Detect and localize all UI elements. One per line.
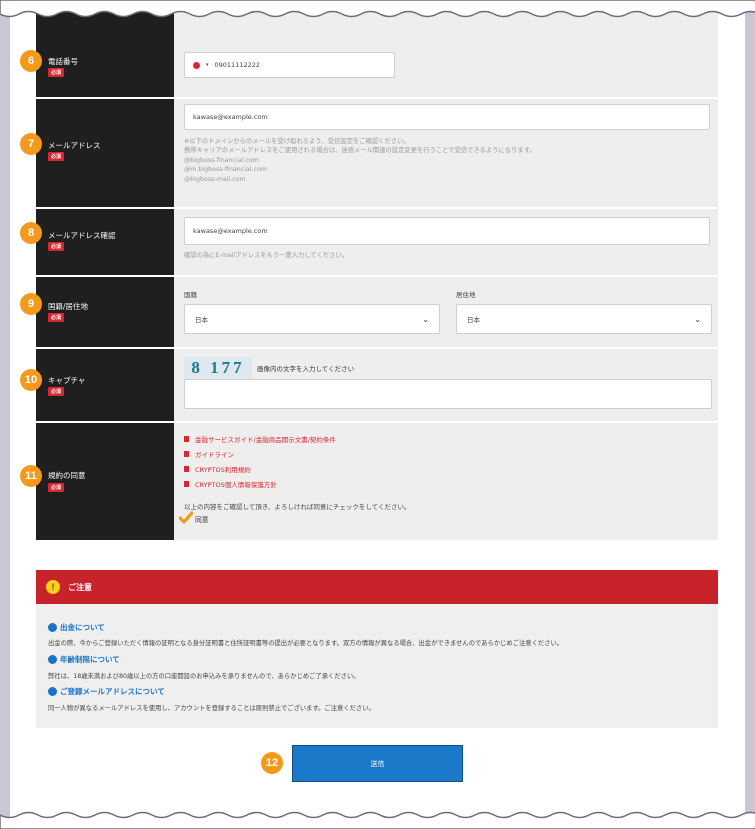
notice-heading: ご登録メールアドレスについて	[48, 686, 165, 697]
label-cell: 国籍/居住地 必須	[36, 277, 174, 347]
field-cell: kawase@example.com 確認の為にE-mailアドレスをもう一度入…	[174, 209, 718, 275]
required-badge: 必須	[48, 483, 65, 492]
field-cell: 国籍 日本 ⌄ 居住地 日本 ⌄	[174, 277, 718, 347]
torn-edge-bottom	[0, 811, 755, 829]
flag-dropdown-icon[interactable]: ▾	[206, 62, 209, 68]
link-label: ガイドライン	[195, 451, 234, 459]
field-label: 規約の同意	[48, 471, 86, 480]
field-cell: kawase@example.com ※以下のドメインからのメールを受け取れるよ…	[174, 99, 718, 207]
heading-text: 出金について	[60, 623, 105, 632]
step-badge: 7	[20, 133, 42, 155]
notice-body: 弊社は、18歳未満および80歳以上の方の口座開設のお申込みを承りませんので、あら…	[48, 673, 360, 680]
residence-label: 居住地	[456, 291, 476, 299]
row-email-confirm: メールアドレス確認 必須 kawase@example.com 確認の為にE-m…	[36, 209, 718, 275]
link-label: 金融サービスガイド/金融商品開示文書/契約条件	[195, 436, 336, 444]
captcha-image-text: 8 177	[191, 358, 245, 377]
email-value: kawase@example.com	[193, 113, 268, 121]
label-cell: メールアドレス確認 必須	[36, 209, 174, 275]
email-notes: ※以下のドメインからのメールを受け取れるよう、受信設定をご確認ください。 携帯キ…	[184, 137, 536, 184]
step-badge: 9	[20, 293, 42, 315]
notice-body: 出金の際、今からご登録いただく情報の証明となる身分証明書と住所証明書等の提出が必…	[48, 640, 564, 647]
field-label: 電話番号	[48, 57, 78, 66]
select-value: 日本	[467, 316, 480, 324]
notice-header: ! ご注意	[36, 570, 718, 604]
step-badge: 8	[20, 222, 42, 244]
chevron-down-icon: ⌄	[422, 314, 429, 324]
agree-checkbox[interactable]: 同意	[179, 511, 209, 525]
submit-button[interactable]: 送信	[292, 745, 463, 782]
required-badge: 必須	[48, 68, 65, 77]
step-badge: 12	[261, 752, 283, 774]
row-nationality: 国籍/居住地 必須 国籍 日本 ⌄ 居住地 日本 ⌄	[36, 277, 718, 347]
checkmark-icon[interactable]	[179, 511, 193, 525]
required-badge: 必須	[48, 242, 65, 251]
agree-checkbox-label: 同意	[195, 516, 209, 524]
torn-edge-top	[0, 0, 755, 18]
bullet-icon	[48, 655, 57, 664]
document-icon	[184, 436, 189, 442]
link-terms[interactable]: CRYPTOS利用規約	[184, 464, 251, 474]
document-icon	[184, 466, 189, 472]
nationality-label: 国籍	[184, 291, 197, 299]
step-badge: 10	[20, 369, 42, 391]
email-input[interactable]: kawase@example.com	[184, 104, 710, 130]
field-label: メールアドレス	[48, 141, 101, 150]
notice-panel: ! ご注意 出金について 出金の際、今からご登録いただく情報の証明となる身分証明…	[36, 570, 718, 728]
field-label: 国籍/居住地	[48, 302, 89, 311]
email-confirm-note: 確認の為にE-mailアドレスをもう一度入力してください。	[184, 252, 349, 259]
notice-heading: 出金について	[48, 622, 105, 633]
domain-line: @bigboss-mail.com	[184, 175, 246, 183]
step-badge: 6	[20, 50, 42, 72]
residence-select[interactable]: 日本 ⌄	[456, 304, 712, 334]
field-cell: 金融サービスガイド/金融商品開示文書/契約条件 ガイドライン CRYPTOS利用…	[174, 423, 718, 540]
link-privacy-policy[interactable]: CRYPTOS個人情報保護方針	[184, 479, 277, 489]
domain-line: @m.bigboss-financial.com	[184, 166, 267, 174]
select-value: 日本	[195, 316, 208, 324]
japan-flag-icon[interactable]	[193, 61, 200, 69]
field-cell: 8 177 画像内の文字を入力してください	[174, 349, 718, 421]
captcha-instruction: 画像内の文字を入力してください	[257, 365, 355, 373]
field-label: メールアドレス確認	[48, 231, 116, 240]
link-label: CRYPTOS個人情報保護方針	[195, 481, 277, 489]
notice-title: ご注意	[68, 582, 92, 592]
document-icon	[184, 481, 189, 487]
nationality-select[interactable]: 日本 ⌄	[184, 304, 440, 334]
link-label: CRYPTOS利用規約	[195, 466, 251, 474]
heading-text: 年齢制限について	[60, 655, 120, 664]
link-service-guide[interactable]: 金融サービスガイド/金融商品開示文書/契約条件	[184, 434, 336, 444]
heading-text: ご登録メールアドレスについて	[60, 687, 165, 696]
note-line: ※以下のドメインからのメールを受け取れるよう、受信設定をご確認ください。	[184, 138, 410, 145]
field-label: キャプチャ	[48, 376, 86, 385]
bullet-icon	[48, 687, 57, 696]
required-badge: 必須	[48, 313, 65, 322]
step-badge: 11	[20, 465, 42, 487]
required-badge: 必須	[48, 152, 65, 161]
label-cell: メールアドレス 必須	[36, 99, 174, 207]
row-captcha: キャプチャ 必須 8 177 画像内の文字を入力してください	[36, 349, 718, 421]
note-line: 携帯キャリアのメールアドレスをご使用される場合は、迷惑メール関連の設定変更を行う…	[184, 147, 536, 155]
link-guideline[interactable]: ガイドライン	[184, 449, 234, 459]
label-cell: キャプチャ 必須	[36, 349, 174, 421]
notice-heading: 年齢制限について	[48, 654, 120, 665]
captcha-input[interactable]	[184, 379, 712, 409]
warning-icon: !	[46, 580, 60, 594]
required-badge: 必須	[48, 387, 65, 396]
row-agreement: 規約の同意 必須 金融サービスガイド/金融商品開示文書/契約条件 ガイドライン …	[36, 423, 718, 540]
email-confirm-input[interactable]: kawase@example.com	[184, 217, 710, 245]
phone-value: 09011112222	[214, 61, 261, 69]
label-cell: 規約の同意 必須	[36, 423, 174, 540]
row-email: メールアドレス 必須 kawase@example.com ※以下のドメインから…	[36, 99, 718, 207]
chevron-down-icon: ⌄	[694, 314, 701, 324]
document-icon	[184, 451, 189, 457]
captcha-image: 8 177	[184, 357, 252, 379]
notice-body: 同一人物が異なるメールアドレスを使用し、アカウントを登録することは原則禁止でござ…	[48, 705, 375, 712]
bullet-icon	[48, 623, 57, 632]
domain-line: @bigboss-financial.com	[184, 156, 259, 164]
phone-input[interactable]: ▾ 09011112222	[184, 52, 395, 78]
email-confirm-value: kawase@example.com	[193, 227, 268, 235]
agreement-instruction: 以上の内容をご確認して頂き、よろしければ同意にチェックをしてください。	[184, 503, 411, 511]
